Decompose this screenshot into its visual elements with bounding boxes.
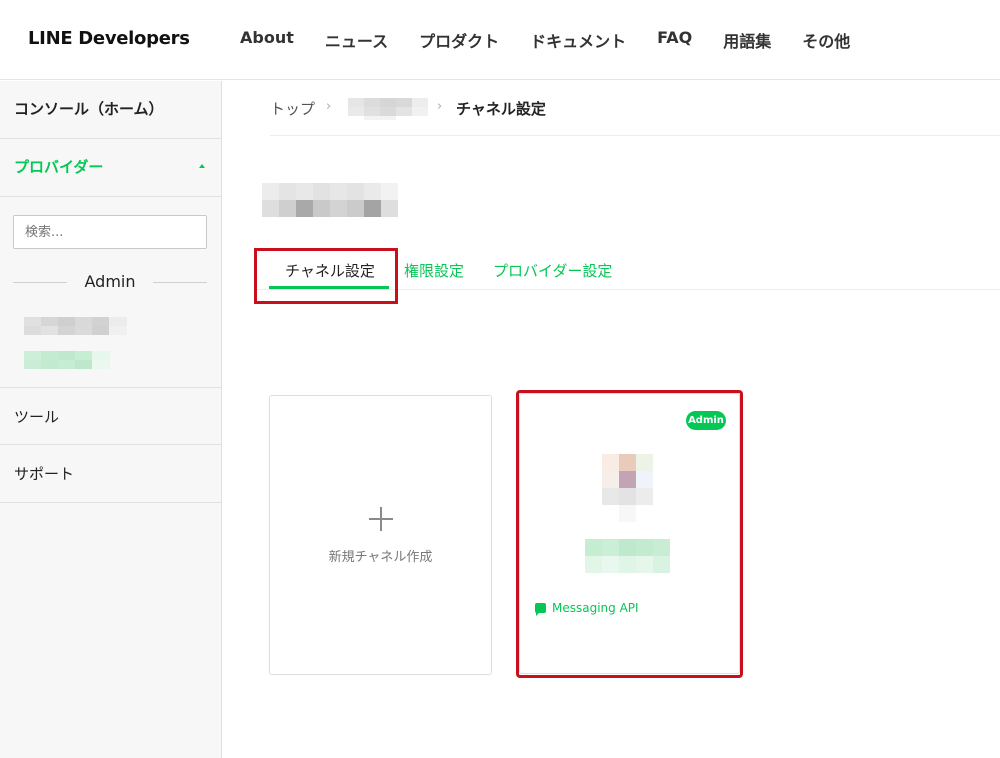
sidebar-provider-item[interactable] (24, 317, 127, 335)
nav-documents[interactable]: ドキュメント (530, 28, 626, 52)
message-icon (535, 603, 546, 616)
top-nav: About ニュース プロダクト ドキュメント FAQ 用語集 その他 (240, 28, 881, 52)
sidebar-item-label: ツール (14, 408, 60, 426)
caret-up-icon[interactable] (199, 164, 205, 168)
highlight-box (516, 390, 743, 678)
admin-section-heading: Admin (13, 271, 207, 293)
divider (153, 282, 207, 283)
nav-about[interactable]: About (240, 28, 294, 52)
sidebar-provider-item-selected[interactable] (24, 351, 110, 369)
sidebar-item-tools[interactable]: ツール (0, 387, 221, 445)
nav-products[interactable]: プロダクト (419, 28, 499, 52)
provider-title (262, 183, 398, 217)
line-developers-logo[interactable]: LINE Developers (28, 28, 190, 49)
admin-badge: Admin (686, 411, 726, 430)
chevron-right-icon: › (326, 99, 332, 114)
sidebar-item-label: サポート (14, 465, 75, 483)
channel-type-label: Messaging API (552, 601, 639, 615)
channel-avatar (602, 454, 653, 522)
tab-provider-settings[interactable]: プロバイダー設定 (493, 260, 612, 281)
sidebar-item-label: コンソール（ホーム） (14, 100, 164, 118)
sidebar: コンソール（ホーム） プロバイダー Admin ツール (0, 81, 222, 758)
highlight-box (254, 248, 398, 304)
provider-search-input[interactable] (13, 215, 207, 249)
sidebar-item-console[interactable]: コンソール（ホーム） (0, 81, 221, 139)
breadcrumb: トップ › › チャネル設定 (270, 98, 1000, 136)
nav-faq[interactable]: FAQ (657, 28, 692, 52)
chevron-right-icon: › (437, 99, 443, 114)
nav-more[interactable]: その他 (802, 28, 850, 52)
sidebar-item-support[interactable]: サポート (0, 445, 221, 503)
breadcrumb-current: チャネル設定 (456, 100, 546, 118)
breadcrumb-top-link[interactable]: トップ (270, 98, 315, 119)
plus-icon (369, 507, 393, 531)
create-channel-card[interactable]: 新規チャネル作成 (269, 395, 492, 675)
create-channel-label: 新規チャネル作成 (328, 550, 433, 565)
top-header: LINE Developers About ニュース プロダクト ドキュメント … (0, 0, 1000, 80)
tab-permission-settings[interactable]: 権限設定 (404, 260, 464, 281)
channel-name (585, 539, 670, 573)
nav-glossary[interactable]: 用語集 (723, 28, 771, 52)
channel-type: Messaging API (535, 600, 639, 616)
breadcrumb-provider-link[interactable] (348, 98, 428, 120)
sidebar-item-provider[interactable]: プロバイダー (0, 139, 221, 197)
nav-news[interactable]: ニュース (325, 28, 388, 52)
sidebar-item-label: プロバイダー (14, 158, 104, 176)
